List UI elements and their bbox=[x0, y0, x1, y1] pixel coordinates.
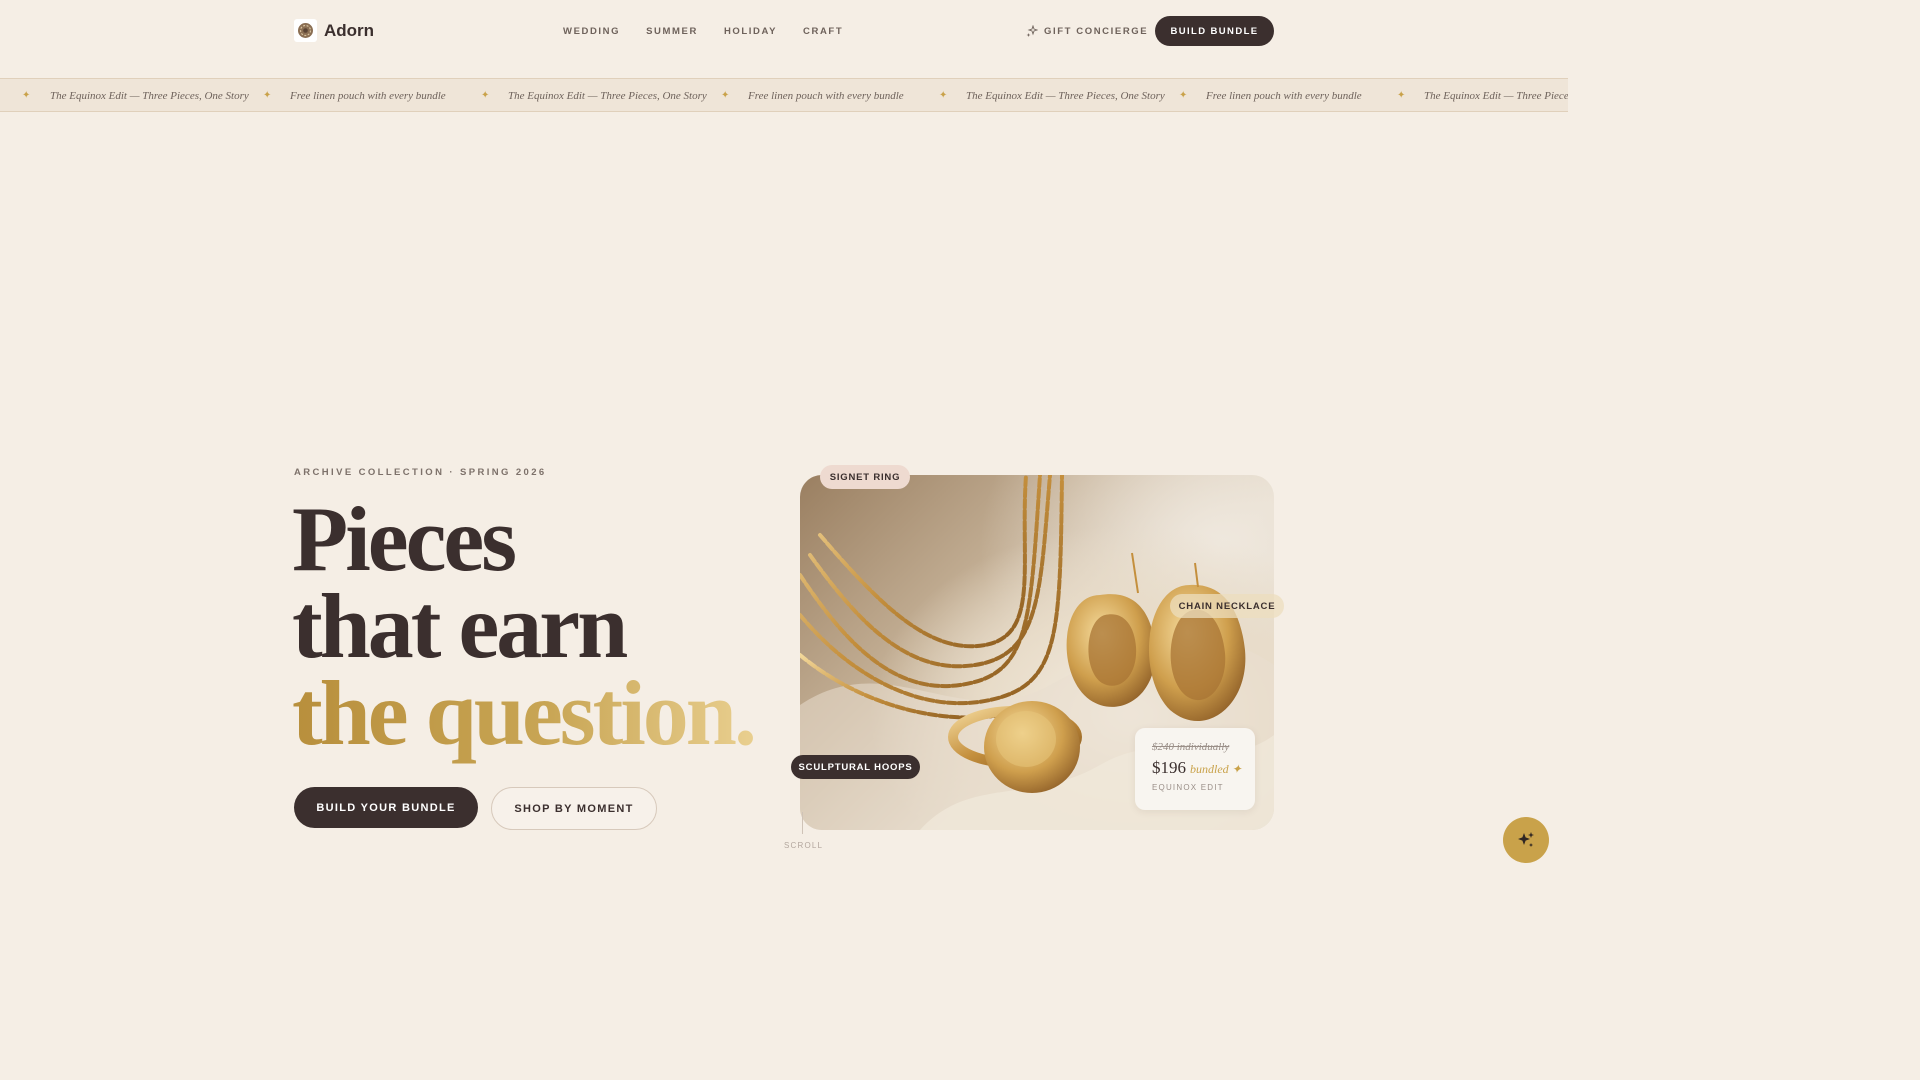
brand-name: Adorn bbox=[324, 20, 375, 40]
price-row: $196 bundled ✦ bbox=[1152, 758, 1255, 778]
marquee-item: The Equinox Edit — Three Pieces, One Sto… bbox=[508, 89, 707, 102]
headline-line-3: the question. bbox=[292, 662, 757, 764]
marquee-item: The Equinox Edit — Three Pieces, One Sto… bbox=[966, 89, 1165, 102]
marquee-star-icon: ✦ bbox=[22, 90, 31, 101]
marquee-item: The Equinox Edit — Three Pieces, One Sto… bbox=[50, 89, 249, 102]
scroll-indicator: SCROLL bbox=[784, 841, 824, 850]
marquee-star-icon: ✦ bbox=[1179, 90, 1188, 101]
build-your-bundle-button[interactable]: BUILD YOUR BUNDLE bbox=[294, 787, 478, 828]
ai-assistant-button[interactable] bbox=[1503, 817, 1549, 863]
marquee-star-icon: ✦ bbox=[263, 90, 272, 101]
price-card-label: EQUINOX EDIT bbox=[1152, 783, 1224, 792]
logo-mark-icon bbox=[294, 19, 317, 42]
chain-necklace-tag[interactable]: CHAIN NECKLACE bbox=[1170, 594, 1284, 618]
marquee-star-icon: ✦ bbox=[939, 90, 948, 101]
shop-by-moment-button[interactable]: SHOP BY MOMENT bbox=[491, 787, 657, 830]
marquee-item: Free linen pouch with every bundle bbox=[748, 89, 904, 102]
sculptural-hoops-tag[interactable]: SCULPTURAL HOOPS bbox=[791, 755, 920, 779]
brand-logo[interactable]: Adorn bbox=[294, 19, 374, 42]
marquee-item: The Equinox Edit — Three Pieces bbox=[1424, 89, 1568, 102]
build-bundle-button[interactable]: BUILD BUNDLE bbox=[1155, 16, 1274, 46]
marquee-star-icon: ✦ bbox=[481, 90, 490, 101]
signet-ring-tag[interactable]: SIGNET RING bbox=[820, 465, 910, 489]
hero-headline: Pieces that earn the question. bbox=[292, 488, 757, 759]
marquee-item: Free linen pouch with every bundle bbox=[1206, 89, 1362, 102]
bundle-price-card: $240 individually $196 bundled ✦ EQUINOX… bbox=[1135, 728, 1255, 810]
gift-concierge-link[interactable]: GIFT CONCIERGE bbox=[1026, 25, 1148, 37]
marquee-star-icon: ✦ bbox=[1397, 90, 1406, 101]
gift-concierge-label: GIFT CONCIERGE bbox=[1044, 25, 1149, 37]
nav-item-holiday[interactable]: HOLIDAY bbox=[724, 26, 777, 37]
sparkles-icon bbox=[1518, 832, 1534, 847]
nav-item-craft[interactable]: CRAFT bbox=[803, 26, 843, 37]
marquee-item: Free linen pouch with every bundle bbox=[290, 89, 446, 102]
hero-eyebrow: ARCHIVE COLLECTION · SPRING 2026 bbox=[294, 467, 547, 478]
site-header: Adorn WEDDING SUMMER HOLIDAY CRAFT GIFT … bbox=[0, 0, 1568, 78]
marquee-star-icon: ✦ bbox=[721, 90, 730, 101]
price-bundled-label: bundled ✦ bbox=[1190, 762, 1242, 776]
announcement-marquee: ✦ The Equinox Edit — Three Pieces, One S… bbox=[0, 78, 1568, 112]
headline-line-1: Pieces bbox=[292, 488, 517, 590]
scroll-indicator-line bbox=[802, 812, 803, 834]
main-nav: WEDDING SUMMER HOLIDAY CRAFT bbox=[563, 26, 843, 37]
nav-item-wedding[interactable]: WEDDING bbox=[563, 26, 620, 37]
headline-line-2: that earn bbox=[292, 575, 628, 677]
nav-item-summer[interactable]: SUMMER bbox=[646, 26, 698, 37]
price-bundled-value: $196 bbox=[1152, 758, 1186, 777]
price-individual: $240 individually bbox=[1152, 741, 1230, 753]
sparkle-icon bbox=[1026, 25, 1038, 37]
